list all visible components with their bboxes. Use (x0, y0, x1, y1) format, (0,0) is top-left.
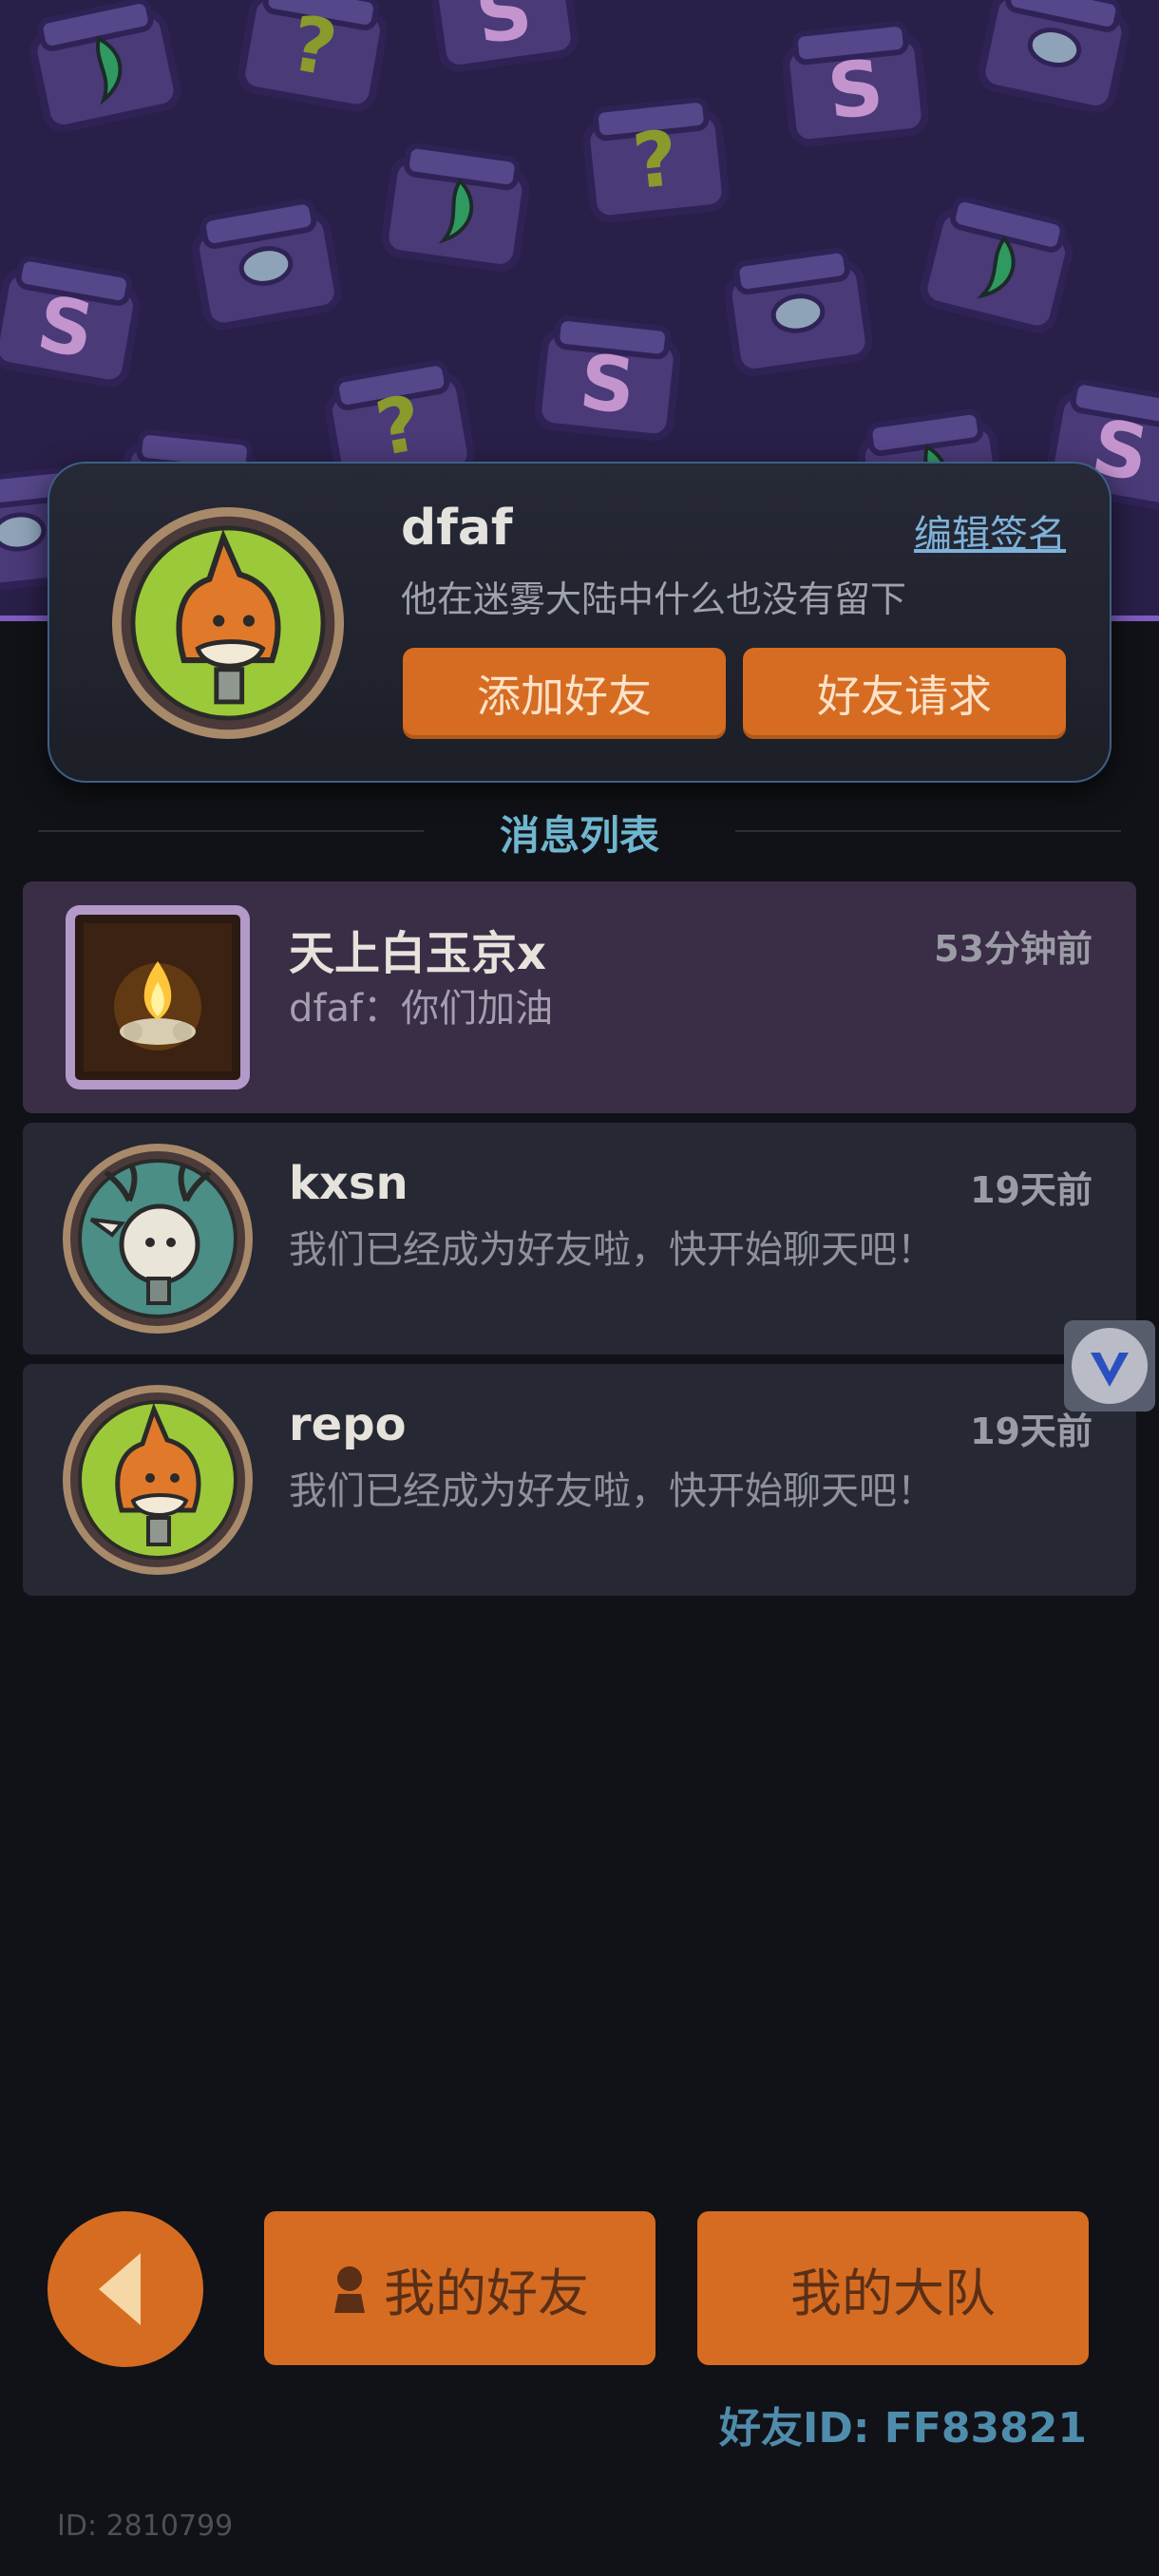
back-button[interactable] (48, 2211, 203, 2367)
my-team-button[interactable]: 我的大队 (697, 2211, 1089, 2365)
message-item[interactable]: kxsn 19天前 我们已经成为好友啦，快开始聊天吧！ (23, 1123, 1136, 1354)
message-time: 53分钟前 (934, 928, 1092, 970)
message-sender: repo (289, 1398, 407, 1451)
v-logo-icon[interactable] (1064, 1320, 1155, 1411)
message-preview: 我们已经成为好友啦，快开始聊天吧！ (289, 1469, 935, 1513)
friend-id: 好友ID: FF83821 (719, 2404, 1087, 2453)
username: dfaf (401, 500, 513, 557)
signature-text: 他在迷雾大陆中什么也没有留下 (401, 578, 907, 620)
message-time: 19天前 (970, 1169, 1092, 1211)
message-item[interactable]: repo 19天前 我们已经成为好友啦，快开始聊天吧！ (23, 1364, 1136, 1596)
add-friend-button[interactable]: 添加好友 (403, 648, 726, 739)
my-friends-button[interactable]: 我的好友 (264, 2211, 656, 2365)
person-icon (334, 2266, 365, 2313)
player-id: ID: 2810799 (57, 2510, 234, 2543)
edit-signature-link[interactable]: 编辑签名 (914, 503, 1066, 559)
antler-cat-avatar (63, 1144, 253, 1334)
campfire-avatar (66, 905, 250, 1089)
message-preview: dfaf：你们加油 (289, 987, 554, 1031)
fox-avatar[interactable] (112, 507, 344, 739)
message-item[interactable]: 天上白玉京x 53分钟前 dfaf：你们加油 (23, 881, 1136, 1113)
back-arrow-icon (99, 2253, 141, 2325)
friend-requests-button[interactable]: 好友请求 (743, 648, 1066, 739)
message-list-title: 消息列表 (499, 812, 659, 859)
message-sender: 天上白玉京x (289, 927, 546, 980)
fox-avatar (63, 1385, 253, 1575)
message-preview: 我们已经成为好友啦，快开始聊天吧！ (289, 1228, 935, 1272)
profile-card: dfaf 编辑签名 他在迷雾大陆中什么也没有留下 添加好友 好友请求 (48, 462, 1112, 783)
message-sender: kxsn (289, 1157, 408, 1210)
my-friends-label: 我的好友 (384, 2263, 589, 2323)
